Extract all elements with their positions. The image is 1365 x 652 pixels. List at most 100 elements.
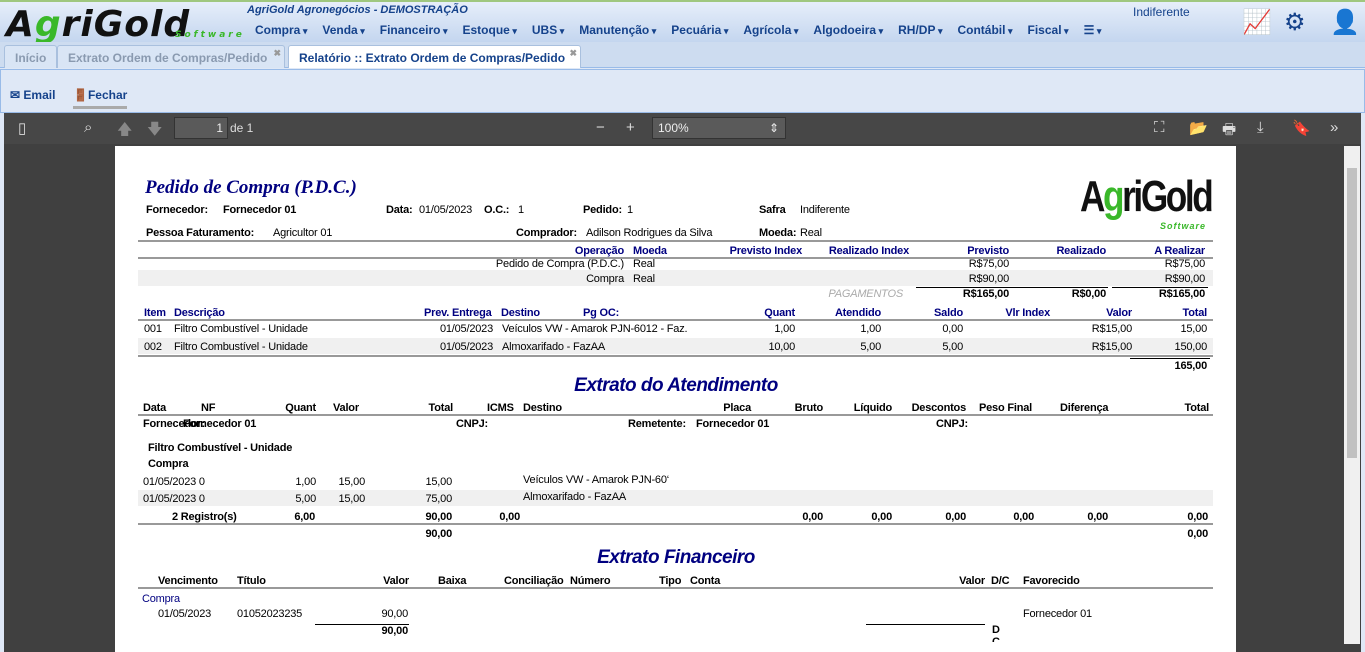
table-cell: Veículos VW - Amarok PJN-60‘ [523, 474, 670, 486]
report-logo: AgriGold [1080, 172, 1214, 221]
close-button[interactable]: 🚪Fechar [73, 88, 128, 109]
menu-item[interactable]: Estoque [462, 23, 516, 37]
column-header: Previsto [967, 245, 1009, 257]
column-header: Total [1184, 402, 1210, 414]
tab-bar: Início Extrato Ordem de Compras/Pedido ✖ … [0, 42, 1365, 68]
summary-cell: 6,00 [294, 511, 315, 523]
divider [138, 240, 1213, 242]
menu-item[interactable]: Manutenção [579, 23, 656, 37]
menu-item[interactable]: Algodoeira [813, 23, 883, 37]
tab-extrato[interactable]: Extrato Ordem de Compras/Pedido ✖ [57, 45, 285, 68]
zoom-select[interactable]: 100% ⇕ [652, 117, 786, 139]
tab-label: Relatório :: Extrato Ordem de Compras/Pe… [299, 51, 566, 65]
row-stripe [138, 270, 1213, 286]
app-title: AgriGold Agronegócios - DEMOSTRAÇÃO [247, 4, 468, 16]
tab-inicio[interactable]: Início [4, 45, 58, 68]
divider [138, 319, 1213, 321]
report-text: Real [633, 258, 655, 270]
more-tools-icon[interactable]: » [1330, 119, 1338, 136]
menu-item[interactable]: ☰ [1084, 23, 1102, 37]
column-header: Quant [285, 402, 316, 414]
app-logo-sub: Software [175, 30, 245, 40]
zoom-out-icon[interactable]: − [596, 119, 605, 136]
report-text: CNPJ: [936, 418, 969, 430]
report-text: PAGAMENTOS [828, 288, 903, 300]
tab-relatorio[interactable]: Relatório :: Extrato Ordem de Compras/Pe… [288, 45, 581, 68]
report-text: Fornecedor 01 [183, 418, 257, 430]
report-text: Pessoa Faturamento: [146, 227, 255, 239]
print-icon[interactable]: 🖶 [1222, 119, 1236, 144]
table-cell: 90,00 [381, 608, 408, 620]
column-header: NF [201, 402, 216, 414]
column-header: Conta [690, 575, 721, 587]
fullscreen-icon[interactable]: ⛶ [1154, 119, 1165, 136]
table-cell: 15,00 [338, 493, 365, 505]
chart-line-icon[interactable]: 📈 [1242, 8, 1272, 37]
table-cell: 1,00 [774, 323, 795, 335]
table-cell: 10,00 [768, 341, 795, 353]
summary-cell: 0,00 [1013, 511, 1034, 523]
pdf-toolbar: ▯ ⌕ 🡅 🡇 1 de 1 − + 100% ⇕ ⛶ 📂 🖶 ⤓ 🔖 » [4, 113, 1361, 144]
summary-cell: 2 Registro(s) [172, 511, 237, 523]
menu-item[interactable]: Financeiro [380, 23, 448, 37]
user-icon[interactable]: 👤 [1330, 8, 1360, 37]
report-text: Pedido de Compra (P.D.C.) [495, 258, 624, 270]
close-icon[interactable]: ✖ [569, 48, 577, 59]
report-text: O.C.: [484, 204, 510, 216]
table-cell: 5,00 [942, 341, 963, 353]
toolbar: ✉ Email 🚪Fechar [0, 69, 1365, 113]
scrollbar-thumb[interactable] [1347, 168, 1357, 458]
table-cell: 01/05/2023 0 [143, 476, 205, 488]
table-cell: Filtro Combustível - Unidade [174, 341, 308, 353]
menu-item[interactable]: Venda [322, 23, 364, 37]
table-cell: 15,00 [1180, 323, 1207, 335]
column-header: Descrição [174, 307, 225, 319]
summary-cell: 0,00 [802, 511, 823, 523]
report-text: R$90,00 [1164, 273, 1205, 285]
column-header: Destino [501, 307, 540, 319]
menu-item[interactable]: Pecuária [671, 23, 728, 37]
arrow-down-icon[interactable]: 🡇 [147, 119, 162, 144]
scrollbar[interactable] [1344, 146, 1360, 644]
column-header: Título [237, 575, 266, 587]
report-logo-sub: Software [1160, 221, 1207, 231]
summary-cell: 0,00 [945, 511, 966, 523]
report-text: Fornecedor 01 [696, 418, 770, 430]
menu-item[interactable]: Fiscal [1028, 23, 1069, 37]
menu-item[interactable]: UBS [532, 23, 564, 37]
page-number-input[interactable]: 1 [174, 117, 228, 139]
column-header: Valor [333, 402, 359, 414]
table-cell: 01/05/2023 [439, 341, 493, 353]
report-clip: AgriGold Software Pedido de Compra (P.D.C.… [115, 146, 1236, 642]
arrow-up-icon[interactable]: 🡅 [117, 119, 132, 144]
zoom-in-icon[interactable]: + [626, 119, 635, 136]
table-cell: 001 [144, 323, 162, 335]
summary-cell: 0,00 [1187, 511, 1208, 523]
search-icon[interactable]: ⌕ [84, 119, 92, 136]
sidebar-toggle-icon[interactable]: ▯ [18, 119, 26, 137]
gears-icon[interactable]: ⚙ [1284, 8, 1306, 37]
menu-item[interactable]: Compra [255, 23, 307, 37]
summary-cell: 0,00 [871, 511, 892, 523]
open-file-icon[interactable]: 📂 [1189, 119, 1208, 137]
menu-item[interactable]: Agrícola [743, 23, 798, 37]
column-header: Realizado [1056, 245, 1106, 257]
table-cell: R$15,00 [1091, 323, 1132, 335]
email-button[interactable]: ✉ Email [10, 88, 55, 102]
bookmark-icon[interactable]: 🔖 [1292, 119, 1311, 137]
report-text: Compra [586, 273, 624, 285]
menu-item[interactable]: RH/DP [898, 23, 942, 37]
column-header: Número [570, 575, 611, 587]
report-text: Agricultor 01 [273, 227, 333, 239]
report-text: 165,00 [1174, 360, 1208, 372]
column-header: Vencimento [158, 575, 218, 587]
divider [138, 257, 1213, 259]
close-icon[interactable]: ✖ [273, 48, 281, 59]
column-header: ICMS [487, 402, 514, 414]
column-header: Baixa [438, 575, 467, 587]
app-logo[interactable]: AgriGold [6, 4, 190, 45]
download-icon[interactable]: ⤓ [1257, 119, 1264, 136]
door-icon: 🚪 [73, 88, 88, 102]
menu-item[interactable]: Contábil [957, 23, 1012, 37]
report-text: R$90,00 [968, 273, 1009, 285]
